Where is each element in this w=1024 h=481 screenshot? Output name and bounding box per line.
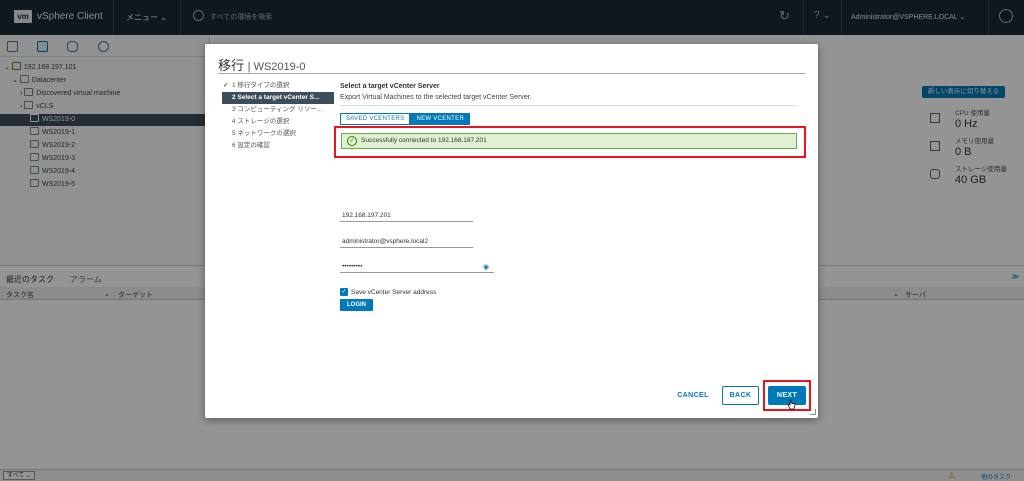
wizard-step-2[interactable]: 2 Select a target vCenter S... <box>222 92 334 104</box>
new-vcenter-button[interactable]: NEW VCENTER <box>410 113 471 125</box>
wizard-step-3: 3 コンピューティング リソー... <box>232 106 323 113</box>
wizard-step-4: 4 ストレージの選択 <box>232 118 290 125</box>
hand-cursor-icon <box>787 399 796 410</box>
save-address-label: Save vCenter Server address <box>351 289 437 296</box>
dialog-title-text: 移行 <box>218 58 245 73</box>
resize-handle-icon[interactable] <box>810 409 816 415</box>
wizard-step-1[interactable]: ✓ 1 移行タイプの選択 <box>222 80 334 92</box>
username-field[interactable]: administrator@vsphere.local2 <box>340 236 473 248</box>
dialog-title: 移行 | WS2019-0 <box>218 58 306 73</box>
password-value: ••••••••• <box>342 263 363 270</box>
content-divider <box>340 105 798 106</box>
show-password-eye-icon[interactable]: ◉ <box>483 262 489 273</box>
dialog-subtitle: WS2019-0 <box>253 61 306 73</box>
back-button[interactable]: BACK <box>722 386 759 405</box>
wizard-step-6: 6 設定の確認 <box>232 142 270 149</box>
saved-vcenters-button[interactable]: SAVED VCENTERS <box>340 113 411 125</box>
checkbox-checked-icon[interactable]: ✓ <box>340 288 348 296</box>
migrate-wizard-dialog: 移行 | WS2019-0 ✓ 1 移行タイプの選択 2 Select a tar… <box>205 44 818 418</box>
checkmark-icon: ✓ <box>223 82 229 89</box>
wizard-step-5: 5 ネットワークの選択 <box>232 130 296 137</box>
vcenter-source-toggle: SAVED VCENTERS NEW VCENTER <box>340 113 471 125</box>
save-address-checkbox[interactable]: ✓ Save vCenter Server address <box>340 288 436 297</box>
vcenter-address-field[interactable]: 192.168.197.201 <box>340 210 473 222</box>
title-divider <box>218 73 805 74</box>
password-field[interactable]: ••••••••• ◉ <box>340 261 494 273</box>
step-description: Export Virtual Machines to the selected … <box>340 94 532 101</box>
cancel-button[interactable]: CANCEL <box>673 386 713 405</box>
annotation-highlight-success <box>334 126 806 158</box>
step-heading: Select a target vCenter Server <box>340 83 440 90</box>
login-button[interactable]: LOGIN <box>340 299 373 311</box>
